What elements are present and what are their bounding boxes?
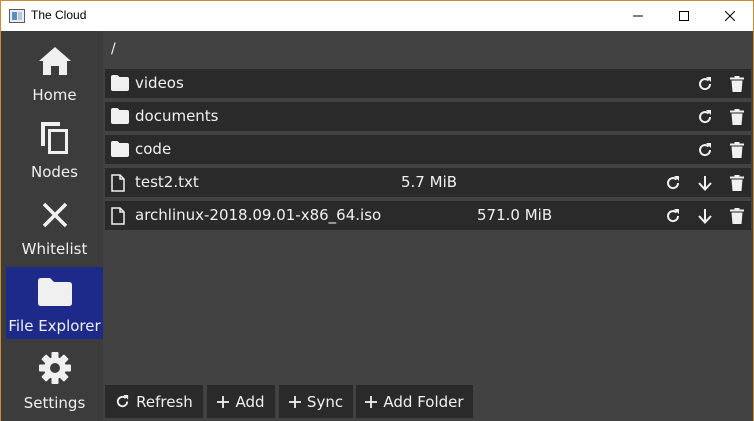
- close-icon: [725, 11, 735, 21]
- refresh-button[interactable]: [695, 107, 715, 127]
- minimize-icon: [633, 15, 643, 17]
- folder-icon: [111, 141, 129, 157]
- file-name: test2.txt: [135, 173, 199, 191]
- maximize-icon: [679, 11, 689, 21]
- sidebar-item-settings[interactable]: Settings: [6, 344, 103, 416]
- trash-icon: [730, 142, 744, 158]
- add-folder-label: Add Folder: [383, 392, 464, 411]
- refresh-button[interactable]: [695, 74, 715, 94]
- app-window: The Cloud Home Nodes Whitelist File Expl…: [0, 0, 754, 421]
- sidebar-item-whitelist[interactable]: Whitelist: [6, 190, 103, 262]
- refresh-icon: [667, 209, 680, 223]
- gear-icon: [38, 352, 71, 384]
- sidebar: Home Nodes Whitelist File Explorer Setti…: [1, 31, 105, 421]
- arrow-down-icon: [698, 176, 712, 191]
- folder-icon: [37, 278, 72, 306]
- add-label: Add: [235, 392, 265, 411]
- refresh-icon: [699, 77, 712, 91]
- folder-icon: [111, 108, 129, 124]
- refresh-button[interactable]: [663, 173, 683, 193]
- file-name: documents: [135, 107, 219, 125]
- window-title: The Cloud: [31, 8, 87, 22]
- folder-icon: [111, 75, 129, 91]
- delete-button[interactable]: [727, 140, 747, 160]
- delete-button[interactable]: [727, 173, 747, 193]
- sidebar-item-label: File Explorer: [8, 317, 101, 335]
- plus-icon: [365, 395, 378, 408]
- refresh-icon: [699, 110, 712, 124]
- sidebar-item-label: Nodes: [31, 163, 78, 181]
- sync-label: Sync: [306, 392, 344, 411]
- close-button[interactable]: [707, 1, 753, 31]
- x-icon: [42, 202, 67, 228]
- download-button[interactable]: [695, 173, 715, 193]
- trash-icon: [730, 76, 744, 92]
- refresh-all-button[interactable]: Refresh: [105, 385, 203, 418]
- file-name: archlinux-2018.09.01-x86_64.iso: [135, 206, 382, 224]
- current-path: /: [111, 41, 116, 57]
- file-row[interactable]: test2.txt 5.7 MiB: [105, 168, 751, 197]
- sidebar-item-home[interactable]: Home: [6, 36, 103, 108]
- arrow-down-icon: [698, 209, 712, 224]
- add-button[interactable]: Add: [207, 385, 275, 418]
- plus-icon: [217, 395, 230, 408]
- trash-icon: [730, 208, 744, 224]
- file-row[interactable]: code: [105, 135, 751, 164]
- refresh-label: Refresh: [136, 392, 193, 411]
- title-bar: The Cloud: [1, 1, 753, 31]
- file-name: videos: [135, 74, 184, 92]
- download-button[interactable]: [695, 206, 715, 226]
- sidebar-item-label: Whitelist: [21, 240, 88, 258]
- sidebar-item-nodes[interactable]: Nodes: [6, 113, 103, 185]
- trash-icon: [730, 175, 744, 191]
- home-icon: [38, 47, 71, 75]
- sidebar-item-file-explorer[interactable]: File Explorer: [6, 267, 103, 339]
- file-name: code: [135, 140, 172, 158]
- refresh-button[interactable]: [695, 140, 715, 160]
- refresh-icon: [667, 176, 680, 190]
- file-size: 571.0 MiB: [477, 206, 553, 224]
- delete-button[interactable]: [727, 107, 747, 127]
- file-size: 5.7 MiB: [401, 173, 458, 191]
- file-row[interactable]: archlinux-2018.09.01-x86_64.iso 571.0 Mi…: [105, 201, 751, 230]
- minimize-button[interactable]: [615, 1, 661, 31]
- app-icon: [9, 9, 25, 23]
- refresh-button[interactable]: [663, 206, 683, 226]
- delete-button[interactable]: [727, 206, 747, 226]
- file-icon: [111, 174, 125, 192]
- sync-button[interactable]: Sync: [279, 385, 353, 418]
- trash-icon: [730, 109, 744, 125]
- file-row[interactable]: videos: [105, 69, 751, 98]
- plus-icon: [288, 395, 301, 408]
- delete-button[interactable]: [727, 74, 747, 94]
- sidebar-item-label: Settings: [23, 394, 86, 412]
- file-row[interactable]: documents: [105, 102, 751, 131]
- file-explorer-panel: / videos documents code test2.txt 5.7 Mi…: [103, 31, 753, 421]
- refresh-icon: [699, 143, 712, 157]
- file-icon: [111, 207, 125, 225]
- copy-icon: [40, 122, 68, 154]
- sidebar-item-label: Home: [32, 86, 77, 104]
- maximize-button[interactable]: [661, 1, 707, 31]
- add-folder-button[interactable]: Add Folder: [356, 385, 473, 418]
- refresh-icon: [117, 394, 129, 408]
